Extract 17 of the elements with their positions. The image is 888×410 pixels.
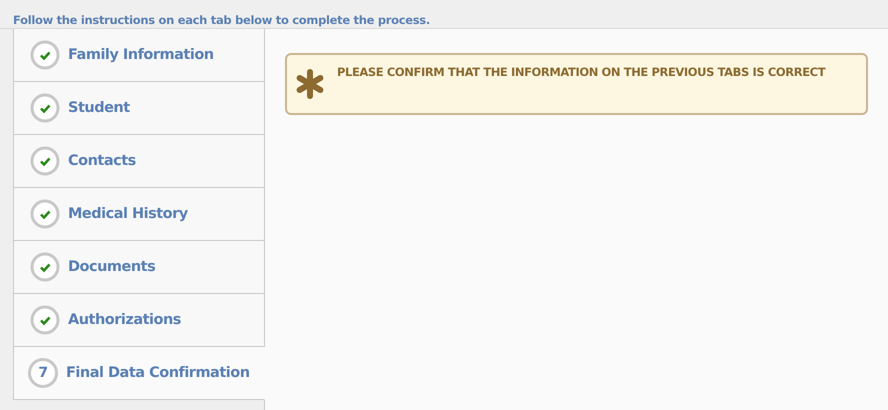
step-number: 7	[28, 358, 58, 388]
check-circle-icon	[30, 252, 60, 282]
check-circle-icon	[30, 40, 60, 70]
check-circle-icon	[30, 93, 60, 123]
step-tab[interactable]: Family Information	[13, 29, 265, 82]
step-tab[interactable]: Authorizations	[13, 294, 265, 347]
asterisk-icon	[295, 69, 325, 99]
instructions-text: Follow the instructions on each tab below to complete the process.	[13, 13, 430, 27]
check-circle-icon	[30, 305, 60, 335]
check-circle-icon	[30, 146, 60, 176]
check-circle-icon	[30, 199, 60, 229]
step-tab[interactable]: Documents	[13, 241, 265, 294]
step-tab[interactable]: Medical History	[13, 188, 265, 241]
alert-message: PLEASE CONFIRM THAT THE INFORMATION ON THE PREVIOUS TABS IS CORRECT	[337, 65, 826, 79]
step-tab[interactable]: Contacts	[13, 135, 265, 188]
step-tab[interactable]: 7 Final Data Confirmation	[13, 347, 265, 400]
step-tab[interactable]: Student	[13, 82, 265, 135]
